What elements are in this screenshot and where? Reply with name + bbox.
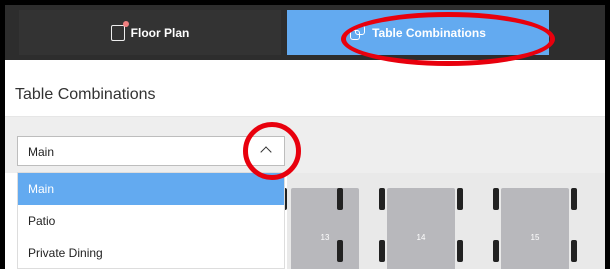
tab-floor-plan-label: Floor Plan — [130, 25, 190, 40]
seat — [379, 188, 385, 210]
table-14[interactable]: 14 — [387, 188, 455, 269]
seat — [337, 188, 343, 210]
table-number: 13 — [320, 233, 330, 242]
dropdown-option-private-dining[interactable]: Private Dining — [18, 237, 284, 269]
page-title: Table Combinations — [15, 86, 156, 103]
seat — [493, 240, 499, 262]
seat — [379, 240, 385, 262]
table-number: 15 — [530, 233, 540, 242]
tab-floor-plan[interactable]: Floor Plan — [19, 10, 281, 55]
main-content: Table Combinations Main 13 14 15 Main Pa… — [5, 60, 605, 269]
seat — [571, 188, 577, 210]
highlight-circle-tab — [341, 12, 555, 66]
floor-plan-icon — [110, 20, 129, 41]
highlight-circle-chevron — [243, 122, 301, 180]
seat — [457, 240, 463, 262]
dropdown-option-patio[interactable]: Patio — [18, 205, 284, 237]
app-window: Floor Plan Table Combinations Table Comb… — [5, 0, 605, 269]
table-13[interactable]: 13 — [291, 188, 359, 269]
table-number: 14 — [416, 233, 426, 242]
seat — [457, 188, 463, 210]
floor-canvas: 13 14 15 — [281, 173, 605, 269]
nav-spacer — [553, 10, 605, 55]
seat — [337, 240, 343, 262]
seat — [493, 188, 499, 210]
seat — [571, 240, 577, 262]
area-dropdown-value: Main — [28, 145, 55, 159]
table-15[interactable]: 15 — [501, 188, 569, 269]
dropdown-option-main[interactable]: Main — [18, 173, 284, 205]
area-dropdown-menu: Main Patio Private Dining — [17, 172, 285, 269]
